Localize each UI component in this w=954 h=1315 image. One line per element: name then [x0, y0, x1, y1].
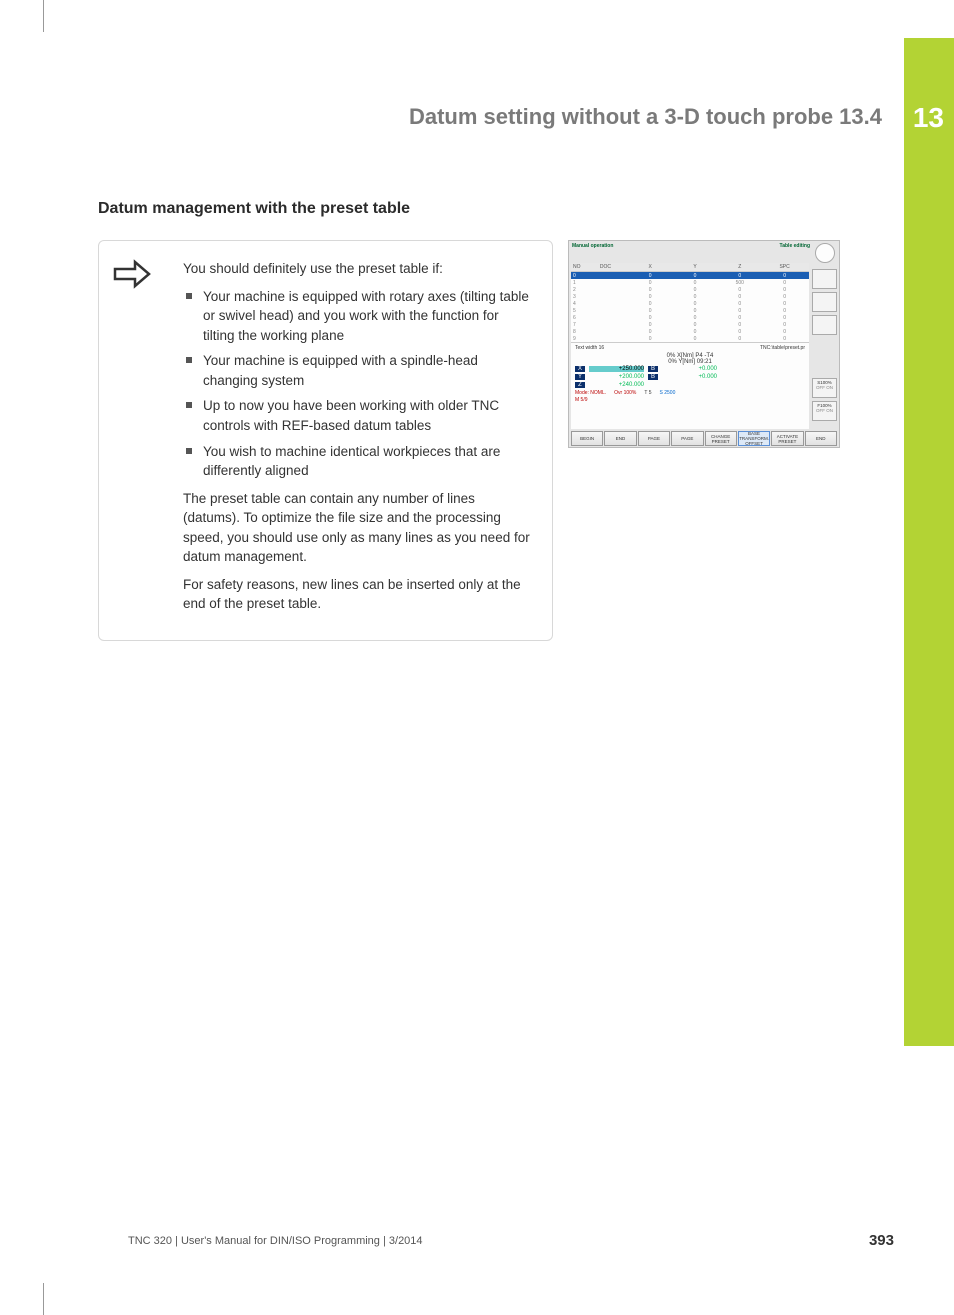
subheading: Datum management with the preset table [98, 200, 848, 218]
table-row[interactable]: 60000 [571, 314, 809, 321]
sk-end2[interactable]: END [805, 431, 837, 446]
page-content: Datum management with the preset table Y… [98, 200, 848, 641]
sc-mode: Mode: NOML. [575, 390, 606, 396]
cnc-screenshot: Manual operation Table editing NO DOC X … [568, 240, 840, 448]
table-row[interactable]: 90000 [571, 335, 809, 342]
crop-mark-top [34, 0, 44, 32]
info-box: You should definitely use the preset tab… [98, 240, 553, 641]
sc-right-btn[interactable] [812, 269, 837, 289]
sc-f100-btn[interactable]: F100% OFF ON [812, 401, 837, 421]
col-x: X [628, 264, 673, 270]
sc-ovr: Ovr 100% [614, 390, 636, 396]
section-header: Datum setting without a 3-D touch probe … [409, 104, 882, 130]
info-intro: You should definitely use the preset tab… [183, 259, 532, 279]
sc-table-header: NO DOC X Y Z SPC [571, 263, 809, 272]
sc-t: T 5 [644, 390, 651, 396]
sk-change-preset[interactable]: CHANGE PRESET [705, 431, 737, 446]
list-item: Your machine is equipped with rotary axe… [183, 287, 532, 346]
table-row[interactable]: 70000 [571, 321, 809, 328]
sc-right-btn[interactable] [812, 292, 837, 312]
sk-begin[interactable]: BEGIN [571, 431, 603, 446]
table-row[interactable]: 30000 [571, 293, 809, 300]
info-body: You should definitely use the preset tab… [183, 259, 532, 614]
sc-right-btn[interactable] [812, 315, 837, 335]
table-row[interactable]: 20000 [571, 286, 809, 293]
sc-doc-line: Text width 16 TNC:\table\preset.pr [571, 342, 809, 353]
col-doc: DOC [583, 264, 628, 270]
col-no: NO [573, 264, 583, 270]
sc-axis-row: X+250.000B+0.000 [571, 365, 809, 373]
arrow-right-icon [113, 259, 153, 294]
sc-right-panel: S100% OFF ON F100% OFF ON [812, 269, 837, 429]
list-item: Up to now you have been working with old… [183, 396, 532, 435]
sk-base-transform[interactable]: BASE TRANSFORM. OFFSET [738, 431, 770, 446]
sc-main-area: NO DOC X Y Z SPC 00000100500020000300004… [571, 263, 809, 429]
table-row[interactable]: 00000 [571, 272, 809, 279]
chapter-tab: 13 [904, 38, 954, 1046]
table-row[interactable]: 80000 [571, 328, 809, 335]
col-y: Y [673, 264, 718, 270]
sc-s100-btn[interactable]: S100% OFF ON [812, 378, 837, 398]
sc-s: S 2500 [660, 390, 676, 396]
info-list: Your machine is equipped with rotary axe… [183, 287, 532, 481]
chapter-number: 13 [913, 102, 944, 134]
sc-m: M 5/9 [575, 397, 588, 403]
table-row[interactable]: 1005000 [571, 279, 809, 286]
sk-activate-preset[interactable]: ACTIVATE PRESET [771, 431, 803, 446]
sc-file-path: TNC:\table\preset.pr [760, 345, 805, 351]
sk-page-down[interactable]: PAGE [671, 431, 703, 446]
sc-mode-label: Manual operation [572, 243, 613, 249]
sk-page-up[interactable]: PAGE [638, 431, 670, 446]
sc-axis-row: Z+240.000 [571, 381, 809, 389]
info-para: For safety reasons, new lines can be ins… [183, 575, 532, 614]
footer-text: TNC 320 | User's Manual for DIN/ISO Prog… [128, 1235, 423, 1247]
sc-axis-row: Y+200.000B+0.000 [571, 373, 809, 381]
col-spc: SPC [762, 264, 807, 270]
clock-icon [815, 243, 835, 263]
sc-softkey-row: BEGIN END PAGE PAGE CHANGE PRESET BASE T… [571, 431, 837, 446]
table-row[interactable]: 50000 [571, 307, 809, 314]
sc-mode-right-label: Table editing [780, 243, 810, 249]
page-number: 393 [869, 1232, 894, 1249]
col-z: Z [717, 264, 762, 270]
list-item: You wish to machine identical workpieces… [183, 442, 532, 481]
table-row[interactable]: 40000 [571, 300, 809, 307]
crop-mark-bottom [34, 1283, 44, 1315]
list-item: Your machine is equipped with a spindle-… [183, 351, 532, 390]
sk-end[interactable]: END [604, 431, 636, 446]
info-para: The preset table can contain any number … [183, 489, 532, 567]
sc-text-width: Text width 16 [575, 345, 604, 351]
